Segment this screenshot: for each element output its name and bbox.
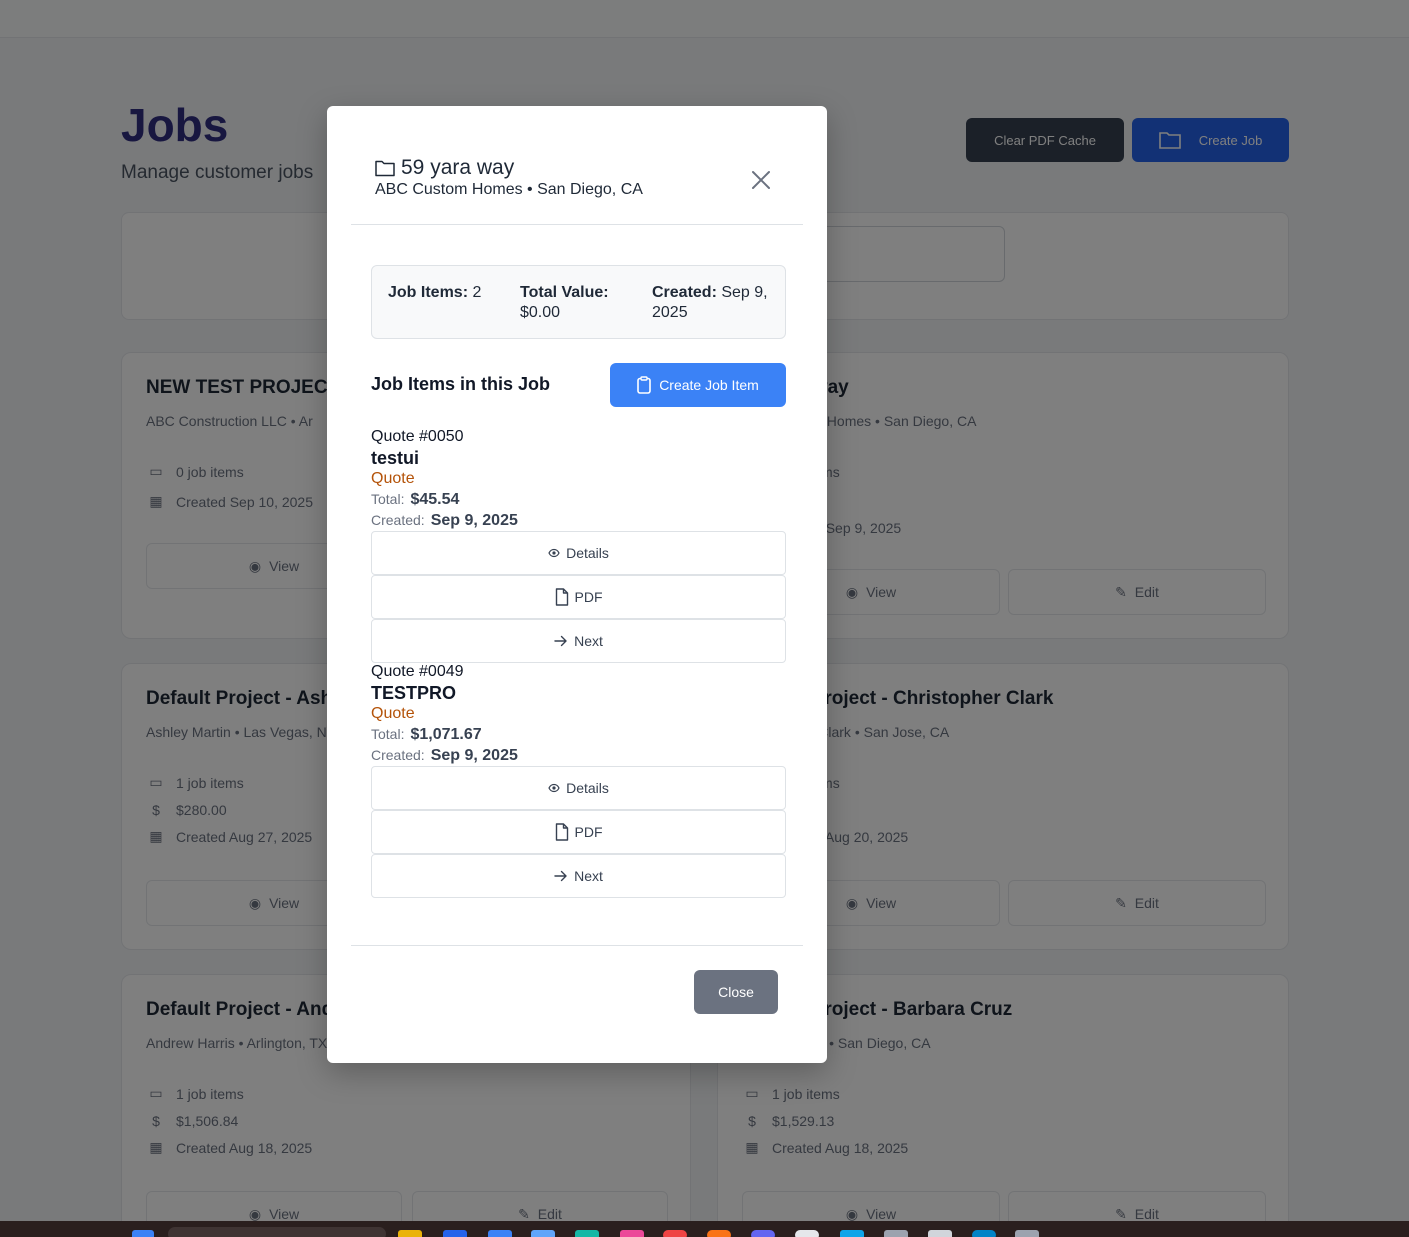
app-icon[interactable] bbox=[928, 1230, 952, 1237]
next-button[interactable]: Next bbox=[371, 619, 786, 663]
pdf-button[interactable]: PDF bbox=[371, 575, 786, 619]
create-job-item-label: Create Job Item bbox=[659, 377, 759, 393]
quote-number: Quote #0050 bbox=[371, 428, 464, 445]
next-button[interactable]: Next bbox=[371, 854, 786, 898]
app-icon[interactable] bbox=[972, 1230, 996, 1237]
app-icon[interactable] bbox=[884, 1230, 908, 1237]
app-icon[interactable] bbox=[751, 1230, 775, 1237]
arrow-right-icon bbox=[554, 635, 567, 647]
modal-title: 59 yara way bbox=[375, 156, 514, 180]
file-icon bbox=[555, 823, 568, 841]
create-job-item-button[interactable]: Create Job Item bbox=[610, 363, 786, 407]
job-details-modal: 59 yara way ABC Custom Homes • San Diego… bbox=[327, 106, 827, 1063]
details-button[interactable]: Details bbox=[371, 531, 786, 575]
quote-status: Quote bbox=[371, 705, 415, 722]
summary-items: Job Items: 2 bbox=[388, 284, 482, 301]
file-icon bbox=[555, 588, 568, 606]
chrome-icon[interactable] bbox=[663, 1230, 687, 1237]
footer-divider bbox=[351, 945, 803, 946]
app-icon[interactable] bbox=[795, 1230, 819, 1237]
quote-created: Created: Sep 9, 2025 bbox=[371, 747, 518, 764]
arrow-right-icon bbox=[554, 870, 567, 882]
quote-created: Created: Sep 9, 2025 bbox=[371, 512, 518, 529]
close-button[interactable]: Close bbox=[694, 970, 778, 1014]
job-items-heading: Job Items in this Job bbox=[371, 374, 551, 394]
taskbar-search[interactable] bbox=[168, 1227, 386, 1237]
clipboard-icon bbox=[637, 376, 651, 394]
folder-icon bbox=[375, 160, 395, 176]
app-icon[interactable] bbox=[707, 1230, 731, 1237]
quote-total: Total: $1,071.67 bbox=[371, 726, 482, 743]
quote-status: Quote bbox=[371, 470, 415, 487]
quote-name: TESTPRO bbox=[371, 683, 457, 703]
modal-title-text: 59 yara way bbox=[401, 156, 515, 179]
app-icon[interactable] bbox=[1015, 1230, 1039, 1237]
quote-item: Quote #0049 TESTPRO Quote Total: $1,071.6… bbox=[371, 662, 786, 898]
pdf-button[interactable]: PDF bbox=[371, 810, 786, 854]
start-icon[interactable] bbox=[132, 1230, 154, 1237]
quote-total: Total: $45.54 bbox=[371, 491, 460, 508]
app-icon[interactable] bbox=[443, 1230, 467, 1237]
eye-icon bbox=[548, 548, 560, 558]
app-icon[interactable] bbox=[488, 1230, 512, 1237]
app-icon[interactable] bbox=[620, 1230, 644, 1237]
close-icon[interactable] bbox=[749, 168, 773, 192]
app-icon[interactable] bbox=[840, 1230, 864, 1237]
quote-number: Quote #0049 bbox=[371, 663, 464, 680]
eye-icon bbox=[548, 783, 560, 793]
summary-total: Total Value: $0.00 bbox=[520, 284, 609, 321]
job-summary-panel: Job Items: 2 Total Value: $0.00 Created: … bbox=[371, 265, 786, 339]
file-explorer-icon[interactable] bbox=[398, 1230, 422, 1237]
quote-name: testui bbox=[371, 448, 420, 468]
details-button[interactable]: Details bbox=[371, 766, 786, 810]
app-icon[interactable] bbox=[531, 1230, 555, 1237]
modal-subtitle: ABC Custom Homes • San Diego, CA bbox=[375, 181, 643, 198]
summary-created: Created: Sep 9, 2025 bbox=[652, 284, 768, 321]
header-divider bbox=[351, 224, 803, 225]
app-icon[interactable] bbox=[575, 1230, 599, 1237]
quote-item: Quote #0050 testui Quote Total: $45.54 Cr… bbox=[371, 427, 786, 663]
